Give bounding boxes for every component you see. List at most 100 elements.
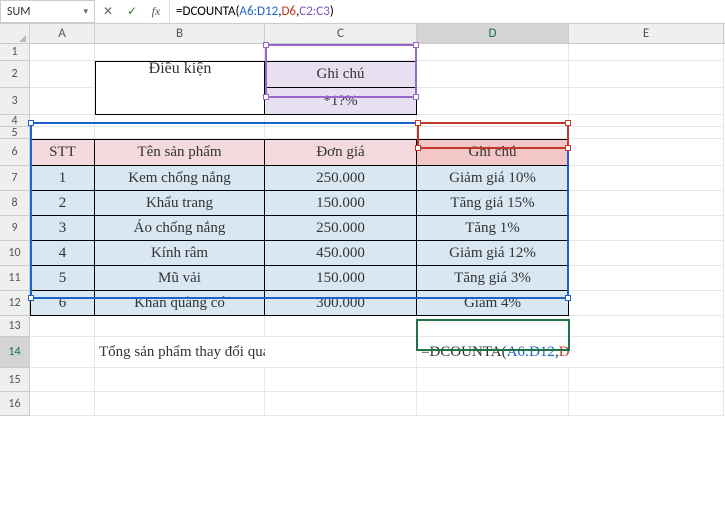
row-header-12[interactable]: 12	[0, 291, 30, 316]
select-all-corner[interactable]	[0, 24, 30, 43]
cell[interactable]: 300.000	[265, 291, 417, 316]
table-header-note[interactable]: Ghi chú	[417, 139, 569, 166]
row-header-14[interactable]: 14	[0, 337, 30, 368]
row-header-3[interactable]: 3	[0, 88, 30, 115]
row-header-16[interactable]: 16	[0, 392, 30, 416]
cell[interactable]: Giảm giá 10%	[417, 166, 569, 191]
cell[interactable]: 250.000	[265, 166, 417, 191]
row-header-9[interactable]: 9	[0, 216, 30, 241]
cell[interactable]	[265, 392, 417, 416]
cell[interactable]	[30, 115, 95, 127]
formula-bar[interactable]: =DCOUNTA( A6:D12 , D6 , C2:C3 )	[170, 0, 725, 23]
cell[interactable]	[95, 115, 265, 127]
cell[interactable]: Kem chống nắng	[95, 166, 265, 191]
cell[interactable]	[569, 316, 724, 337]
cell[interactable]: Kính râm	[95, 241, 265, 266]
confirm-edit-button[interactable]: ✓	[123, 2, 141, 22]
cell[interactable]	[30, 44, 95, 61]
cell[interactable]	[569, 115, 724, 127]
cell[interactable]: 250.000	[265, 216, 417, 241]
cell[interactable]	[30, 61, 95, 88]
cell[interactable]	[569, 166, 724, 191]
table-header-price[interactable]: Đơn giá	[265, 139, 417, 166]
cell[interactable]	[95, 392, 265, 416]
cell[interactable]	[265, 127, 417, 139]
cell[interactable]	[569, 61, 724, 88]
cell[interactable]	[265, 316, 417, 337]
cell[interactable]	[417, 368, 569, 392]
cell[interactable]	[30, 316, 95, 337]
cell[interactable]	[417, 88, 569, 115]
cell[interactable]	[569, 88, 724, 115]
cell[interactable]	[417, 44, 569, 61]
col-header-b[interactable]: B	[95, 24, 265, 43]
cell[interactable]	[417, 316, 569, 337]
name-box[interactable]: SUM ▾	[0, 0, 95, 23]
cell[interactable]: 150.000	[265, 266, 417, 291]
cell[interactable]	[30, 392, 95, 416]
table-header-stt[interactable]: STT	[30, 139, 95, 166]
table-header-name[interactable]: Tên sản phẩm	[95, 139, 265, 166]
cell[interactable]	[569, 139, 724, 166]
row-header-2[interactable]: 2	[0, 61, 30, 88]
cell[interactable]	[417, 127, 569, 139]
cell[interactable]	[265, 115, 417, 127]
cell[interactable]	[265, 337, 417, 368]
cell[interactable]: 3	[30, 216, 95, 241]
cell[interactable]: Tăng 1%	[417, 216, 569, 241]
cell[interactable]	[569, 337, 724, 368]
cell[interactable]	[569, 392, 724, 416]
row-header-15[interactable]: 15	[0, 368, 30, 392]
cell[interactable]	[569, 291, 724, 316]
row-header-7[interactable]: 7	[0, 166, 30, 191]
cell[interactable]	[569, 191, 724, 216]
cell[interactable]	[569, 127, 724, 139]
cell[interactable]	[95, 44, 265, 61]
cell[interactable]	[30, 127, 95, 139]
row-header-13[interactable]: 13	[0, 316, 30, 337]
cell[interactable]: 6	[30, 291, 95, 316]
cell[interactable]	[30, 368, 95, 392]
cell[interactable]: Giảm giá 12%	[417, 241, 569, 266]
active-cell[interactable]: =DCOUNTA(A6:D12,D6,C2:C3)	[417, 337, 569, 368]
cell[interactable]	[569, 216, 724, 241]
cell[interactable]: Khẩu trang	[95, 191, 265, 216]
cell[interactable]	[95, 368, 265, 392]
row-header-10[interactable]: 10	[0, 241, 30, 266]
cell[interactable]: Khăn quàng cổ	[95, 291, 265, 316]
cell[interactable]: 150.000	[265, 191, 417, 216]
col-header-d[interactable]: D	[417, 24, 569, 43]
name-box-dropdown-icon[interactable]: ▾	[83, 6, 88, 17]
cell[interactable]	[95, 127, 265, 139]
cell[interactable]: Tăng giá 15%	[417, 191, 569, 216]
row-header-5[interactable]: 5	[0, 127, 30, 139]
criteria-header-cell[interactable]: Ghi chú	[265, 61, 417, 88]
criteria-label-cell[interactable]	[95, 61, 265, 88]
cell[interactable]: 4	[30, 241, 95, 266]
cell[interactable]: 2	[30, 191, 95, 216]
cell[interactable]	[95, 316, 265, 337]
cell[interactable]	[417, 61, 569, 88]
criteria-value-cell[interactable]: *1?%	[265, 88, 417, 115]
cell[interactable]	[265, 368, 417, 392]
row-header-6[interactable]: 6	[0, 139, 30, 166]
cell[interactable]: 450.000	[265, 241, 417, 266]
col-header-e[interactable]: E	[569, 24, 724, 43]
cell[interactable]: Giảm 4%	[417, 291, 569, 316]
cell[interactable]	[569, 368, 724, 392]
cell[interactable]	[417, 392, 569, 416]
col-header-a[interactable]: A	[30, 24, 95, 43]
cell[interactable]	[30, 88, 95, 115]
cell[interactable]: 1	[30, 166, 95, 191]
cell[interactable]	[265, 44, 417, 61]
row-header-11[interactable]: 11	[0, 266, 30, 291]
cell[interactable]	[30, 337, 95, 368]
footer-label-cell[interactable]: Tổng sản phẩm thay đổi quá 10%	[95, 337, 265, 368]
criteria-label-bottom[interactable]	[95, 88, 265, 115]
cell[interactable]: Áo chống nắng	[95, 216, 265, 241]
col-header-c[interactable]: C	[265, 24, 417, 43]
cell[interactable]	[417, 115, 569, 127]
cell[interactable]	[569, 266, 724, 291]
row-header-1[interactable]: 1	[0, 44, 30, 61]
insert-function-button[interactable]: fx	[147, 2, 165, 22]
